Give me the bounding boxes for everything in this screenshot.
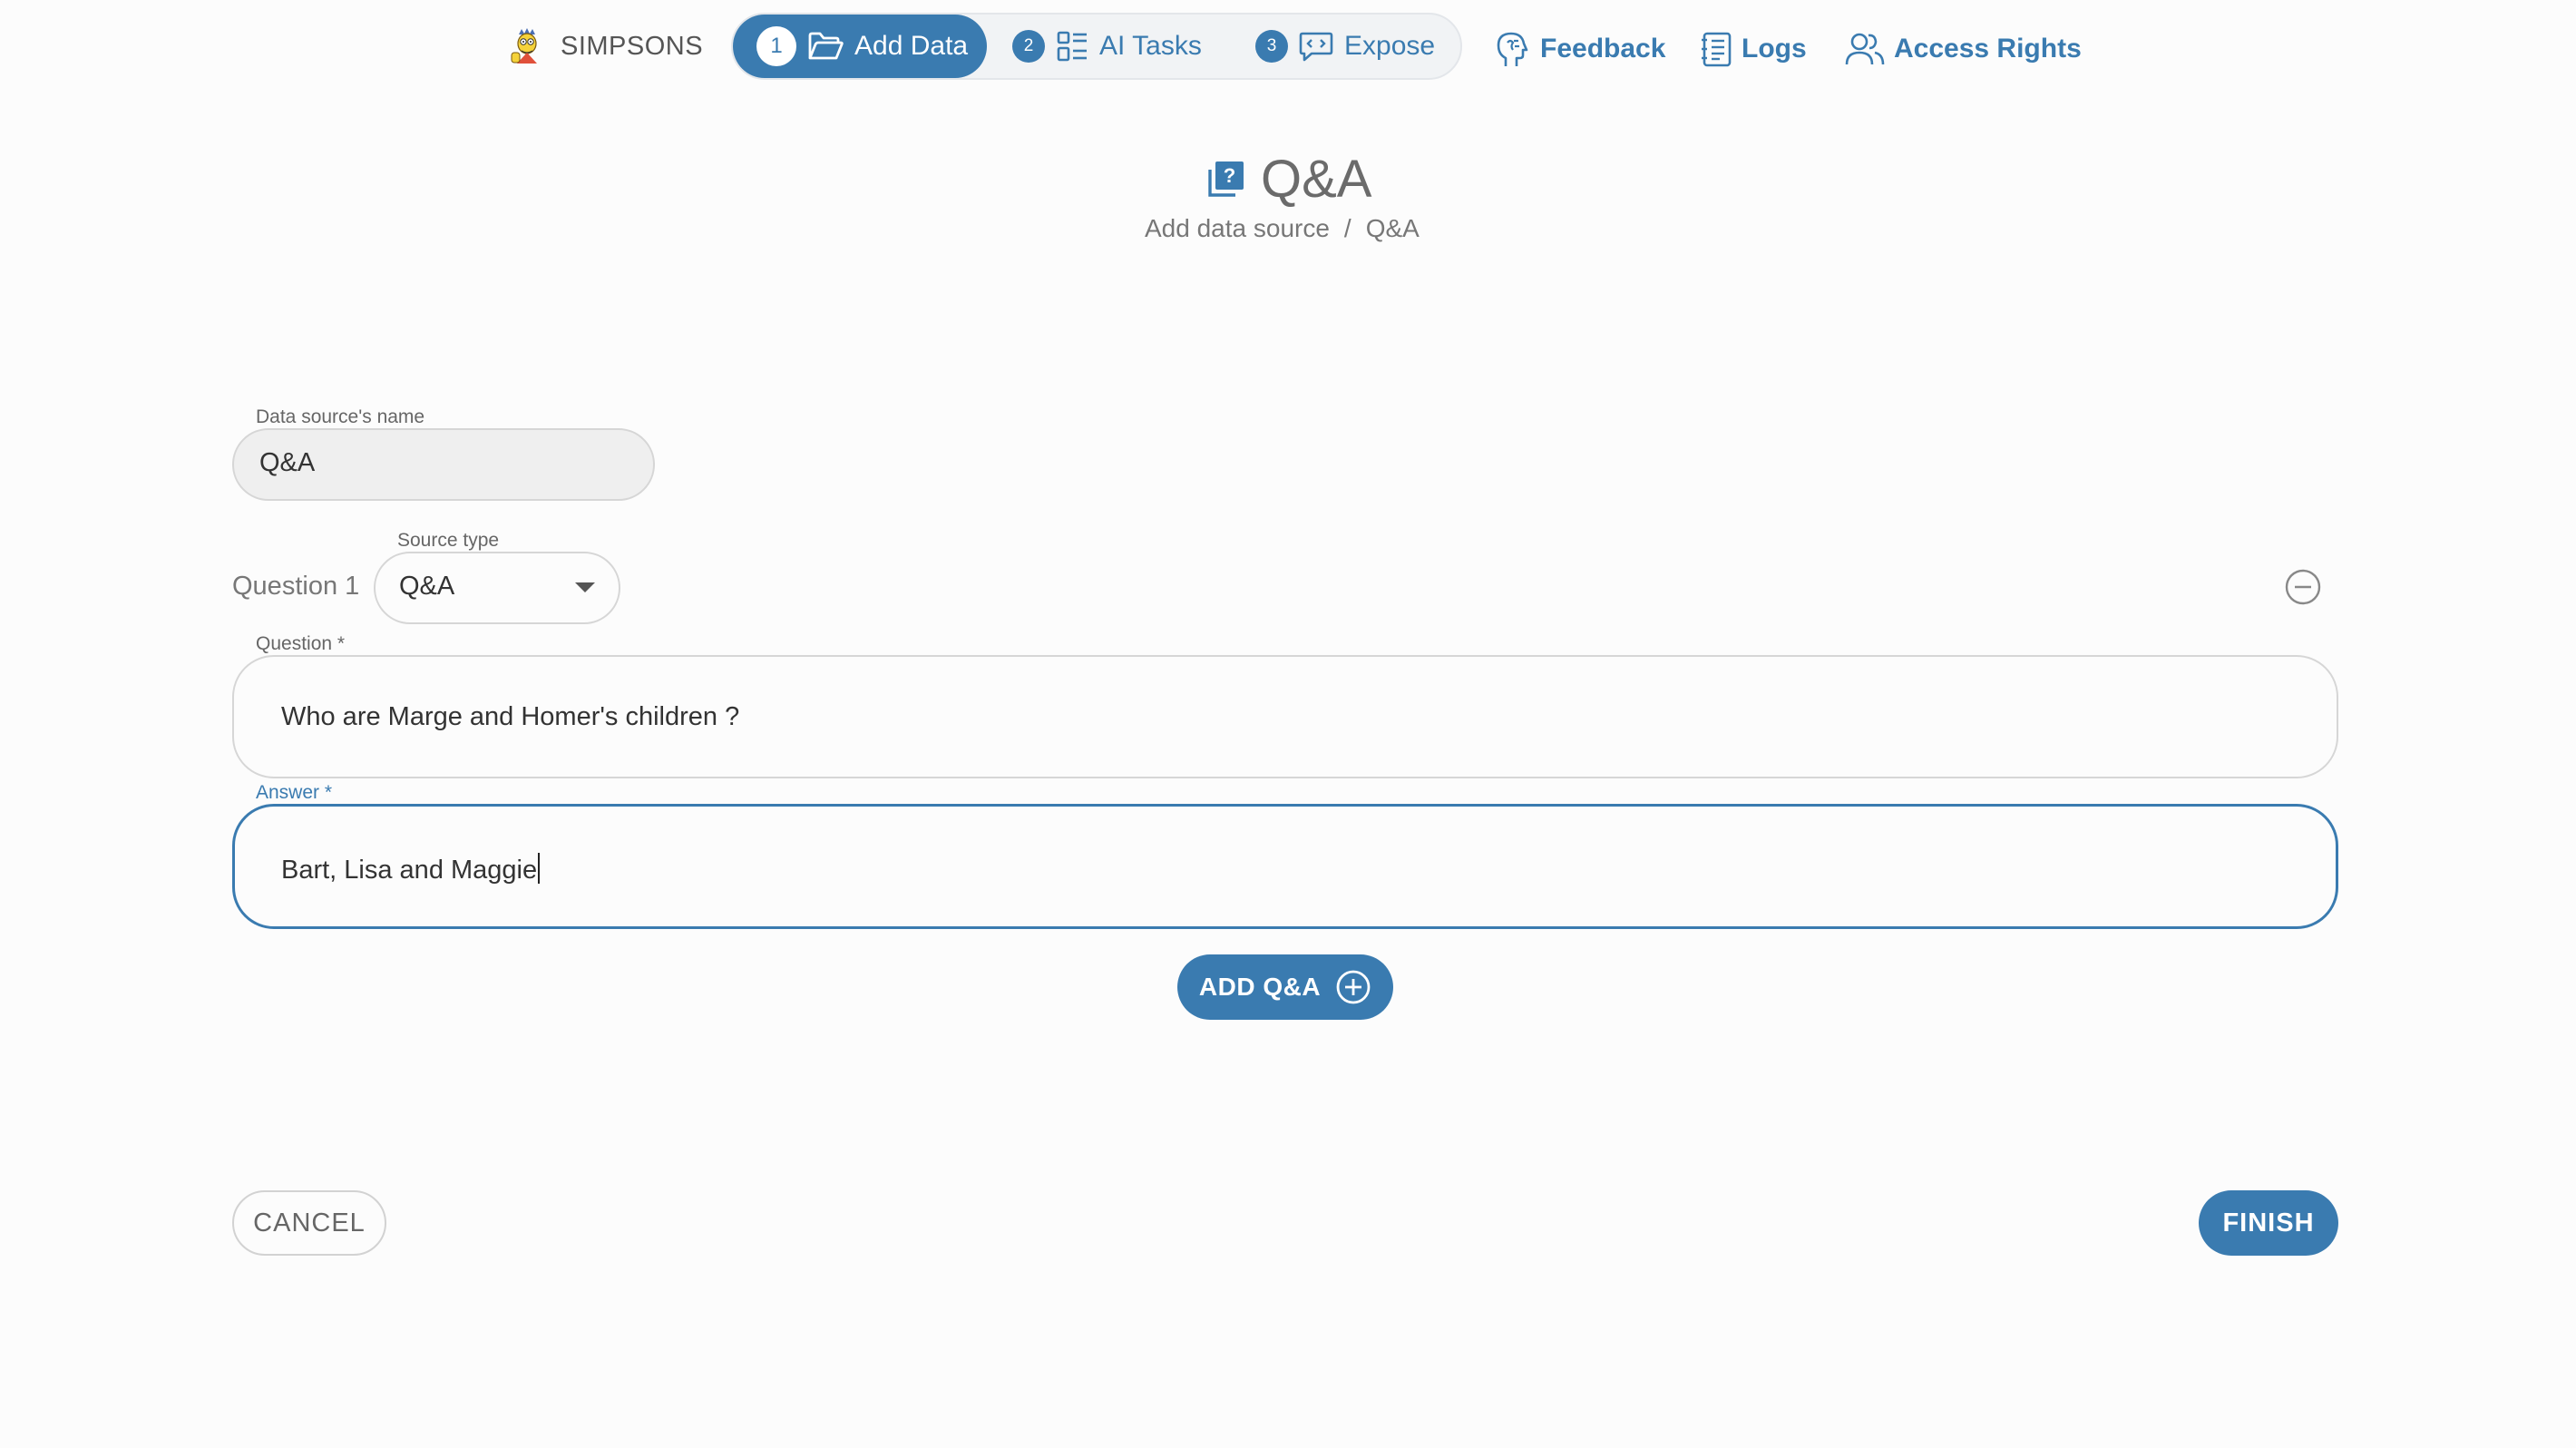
workflow-stepper: 1 Add Data 2 AI Tasks 3 Expose bbox=[731, 13, 1462, 80]
question-index-label: Question 1 bbox=[232, 572, 360, 601]
step-ai-tasks[interactable]: 2 AI Tasks bbox=[1012, 15, 1202, 78]
plus-circle-icon bbox=[1336, 970, 1371, 1004]
nav-access-rights[interactable]: Access Rights bbox=[1845, 27, 2082, 71]
code-chat-icon bbox=[1299, 32, 1333, 62]
text-cursor bbox=[538, 853, 541, 884]
add-qa-button[interactable]: ADD Q&A bbox=[1177, 954, 1393, 1020]
question-label: Question * bbox=[250, 633, 351, 655]
tasks-list-icon bbox=[1057, 31, 1087, 62]
nav-access-rights-label: Access Rights bbox=[1894, 34, 2082, 64]
answer-label: Answer * bbox=[250, 782, 338, 804]
step-label: Expose bbox=[1344, 31, 1436, 61]
breadcrumb-current: Q&A bbox=[1365, 214, 1420, 242]
brand[interactable]: SIMPSONS bbox=[506, 25, 703, 67]
step-expose[interactable]: 3 Expose bbox=[1255, 15, 1435, 78]
step-add-data[interactable]: 1 Add Data bbox=[733, 15, 987, 78]
data-source-name-label: Data source's name bbox=[250, 406, 431, 428]
answer-value-wrapper[interactable]: Bart, Lisa and Maggie bbox=[281, 853, 541, 885]
breadcrumb-separator: / bbox=[1343, 214, 1351, 242]
nav-feedback[interactable]: Feedback bbox=[1495, 27, 1665, 71]
nav-feedback-label: Feedback bbox=[1540, 34, 1666, 64]
finish-button[interactable]: FINISH bbox=[2199, 1190, 2338, 1256]
step-label: Add Data bbox=[854, 31, 969, 61]
cancel-button[interactable]: CANCEL bbox=[232, 1190, 386, 1256]
breadcrumb: Add data source / Q&A bbox=[1145, 214, 1420, 243]
simpsons-logo-icon bbox=[511, 28, 537, 64]
top-navigation: SIMPSONS 1 Add Data 2 AI Tasks 3 Expose … bbox=[0, 0, 2576, 100]
question-value[interactable]: Who are Marge and Homer's children ? bbox=[281, 702, 739, 732]
source-type-label: Source type bbox=[392, 530, 505, 552]
step-number-badge: 3 bbox=[1255, 30, 1288, 63]
data-source-name-value[interactable]: Q&A bbox=[259, 448, 315, 478]
step-number-badge: 2 bbox=[1012, 30, 1045, 63]
cancel-label: CANCEL bbox=[253, 1208, 366, 1238]
breadcrumb-parent[interactable]: Add data source bbox=[1145, 214, 1330, 243]
brand-name: SIMPSONS bbox=[561, 31, 704, 61]
page-header: ? Q&A bbox=[1206, 149, 1372, 209]
users-icon bbox=[1845, 33, 1885, 65]
answer-value[interactable]: Bart, Lisa and Maggie bbox=[281, 856, 537, 885]
nav-logs-label: Logs bbox=[1742, 34, 1807, 64]
answer-field[interactable] bbox=[232, 804, 2338, 929]
finish-label: FINISH bbox=[2222, 1208, 2315, 1238]
folder-open-icon bbox=[808, 32, 844, 60]
feedback-head-icon bbox=[1497, 32, 1528, 66]
qa-library-icon: ? bbox=[1208, 161, 1244, 197]
remove-question-icon[interactable] bbox=[2284, 568, 2322, 606]
step-number-badge: 1 bbox=[756, 26, 796, 66]
add-qa-label: ADD Q&A bbox=[1198, 973, 1322, 1001]
step-label: AI Tasks bbox=[1099, 31, 1202, 61]
nav-logs[interactable]: Logs bbox=[1700, 27, 1807, 71]
chevron-down-icon[interactable] bbox=[575, 582, 595, 592]
page-title: Q&A bbox=[1261, 149, 1372, 209]
source-type-value[interactable]: Q&A bbox=[399, 572, 454, 602]
svg-text:?: ? bbox=[1224, 164, 1235, 187]
logs-document-icon bbox=[1702, 32, 1732, 67]
